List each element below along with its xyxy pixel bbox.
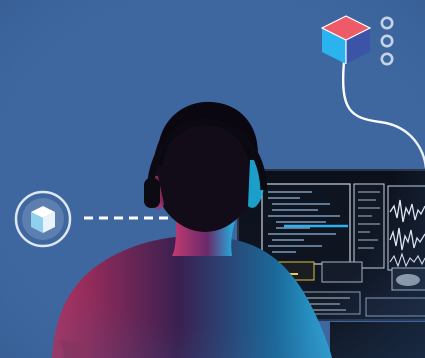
- vertical-dots-icon[interactable]: [380, 16, 394, 66]
- hero-illustration: [0, 0, 425, 358]
- cube-icon[interactable]: [14, 190, 72, 248]
- illustration-canvas: [0, 0, 425, 358]
